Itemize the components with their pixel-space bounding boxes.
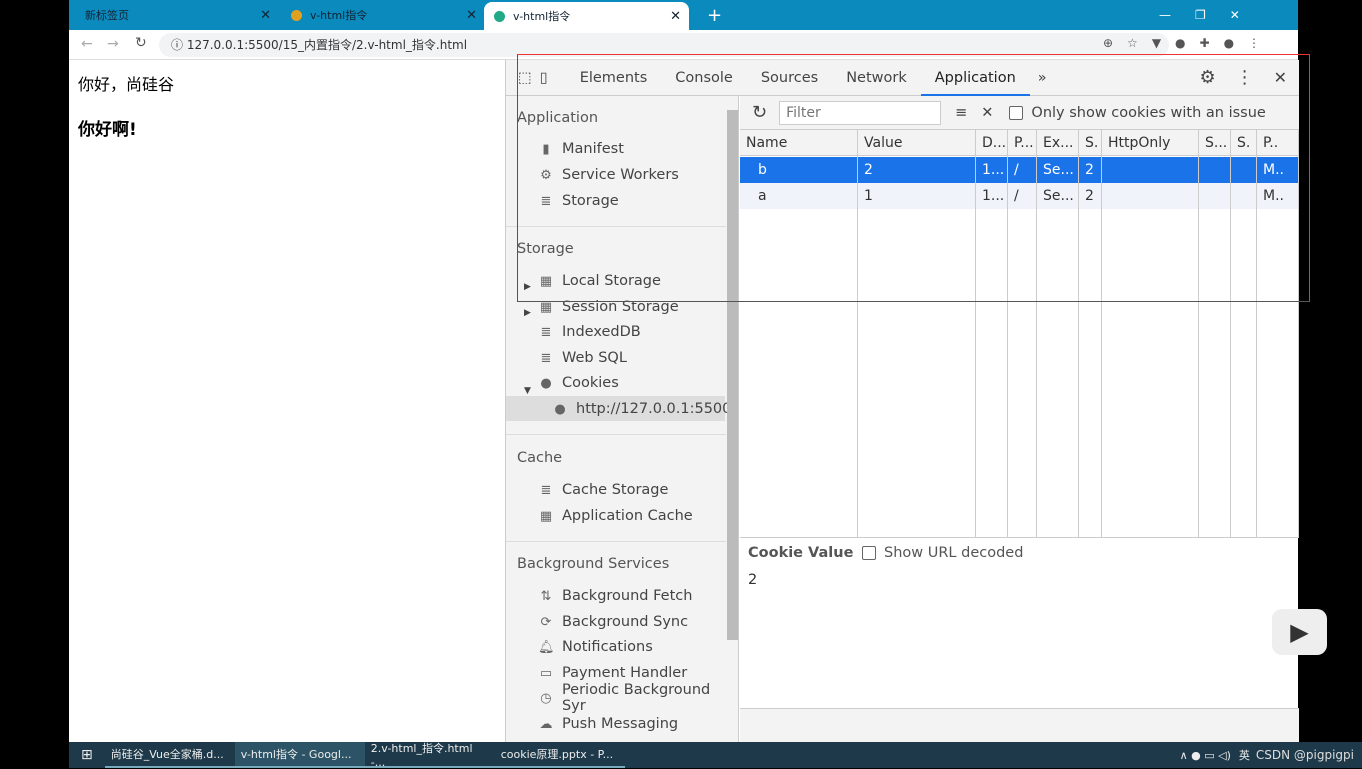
item-label: Web SQL bbox=[562, 350, 627, 366]
close-icon[interactable]: ✕ bbox=[260, 8, 271, 23]
arrows-icon: ⇅ bbox=[540, 588, 552, 604]
url-text: 127.0.0.1:5500/15_内置指令/2.v-html_指令.html bbox=[186, 38, 468, 52]
sidebar-item-bg-sync[interactable]: ⟳ Background Sync bbox=[538, 610, 689, 634]
tab-label: 新标签页 bbox=[85, 9, 129, 22]
item-label: Push Messaging bbox=[562, 716, 679, 732]
taskbar: ⊞ 尚硅谷_Vue全家桶.d... v-html指令 - Googl... 2.… bbox=[69, 741, 1362, 769]
cookie-icon: ● bbox=[540, 375, 552, 391]
tab-strip: 新标签页 ✕ v-html指令 ✕ v-html指令 ✕ + — ❐ ✕ bbox=[69, 0, 1298, 30]
item-label: Cookies bbox=[562, 375, 619, 391]
site-icon bbox=[291, 9, 302, 21]
item-label: Periodic Background Syr bbox=[561, 682, 711, 714]
tab-label: v-html指令 bbox=[513, 10, 571, 23]
taskbar-item-word[interactable]: 尚硅谷_Vue全家桶.d... bbox=[104, 742, 235, 768]
new-tab-button[interactable]: + bbox=[697, 0, 732, 30]
greeting-text: 你好，尚硅谷 bbox=[78, 75, 175, 94]
sidebar-item-indexeddb[interactable]: ≣ IndexedDB bbox=[538, 320, 641, 344]
tab-new[interactable]: 新标签页 ✕ bbox=[75, 0, 279, 30]
database-icon: ≣ bbox=[540, 324, 552, 340]
item-label: Application Cache bbox=[562, 508, 693, 524]
close-icon[interactable]: ✕ bbox=[670, 9, 681, 24]
item-label: Notifications bbox=[562, 639, 653, 655]
cookie-value-text: 2 bbox=[748, 572, 758, 588]
cookie-value-label: Cookie Value bbox=[748, 545, 854, 561]
clock-icon: ◷ bbox=[540, 690, 552, 706]
page-content: 你好，尚硅谷 你好啊! bbox=[69, 60, 505, 742]
sidebar-item-websql[interactable]: ≣ Web SQL bbox=[538, 346, 627, 370]
taskbar-item-ppt[interactable]: cookie原理.pptx - P... bbox=[494, 742, 625, 768]
cookie-value-panel: Cookie Value Show URL decoded 2 bbox=[740, 538, 1299, 708]
show-url-decoded-checkbox[interactable] bbox=[862, 546, 876, 560]
forward-icon[interactable]: → bbox=[107, 36, 119, 52]
close-window-icon[interactable]: ✕ bbox=[1230, 8, 1240, 22]
extension-icons[interactable]: ⊕☆▼●✚●⋮ bbox=[1103, 36, 1274, 50]
taskbar-label: v-html指令 - Googl... bbox=[240, 748, 352, 761]
reload-icon[interactable]: ↻ bbox=[135, 35, 147, 51]
table-icon: ▦ bbox=[539, 508, 553, 524]
site-icon bbox=[494, 10, 505, 22]
windows-start-icon[interactable]: ⊞ bbox=[81, 747, 93, 763]
vhtml-output: 你好啊! bbox=[78, 120, 137, 140]
sidebar-item-push[interactable]: ☁ Push Messaging bbox=[538, 712, 679, 736]
sidebar-item-cache-storage[interactable]: ≣ Cache Storage bbox=[538, 478, 669, 502]
taskbar-label: 尚硅谷_Vue全家桶.d... bbox=[110, 748, 224, 761]
sidebar-item-app-cache[interactable]: ▦ Application Cache bbox=[538, 504, 693, 528]
watermark: CSDN @pigpigpi bbox=[1255, 748, 1354, 762]
cookie-icon: ● bbox=[554, 401, 566, 417]
cloud-icon: ☁ bbox=[539, 716, 553, 732]
sidebar-item-notifications[interactable]: 🔔︎ Notifications bbox=[538, 635, 653, 659]
show-url-decoded-label: Show URL decoded bbox=[884, 545, 1024, 561]
sidebar-item-cookies[interactable]: ● Cookies bbox=[538, 371, 619, 395]
taskbar-item-chrome[interactable]: v-html指令 - Googl... bbox=[234, 742, 365, 768]
tab-vhtml-active[interactable]: v-html指令 ✕ bbox=[484, 2, 689, 30]
item-label: Payment Handler bbox=[562, 665, 688, 681]
tray-icons[interactable]: ∧ ● ▭ ◁) bbox=[1180, 749, 1231, 762]
taskbar-label: 2.v-html_指令.html -... bbox=[370, 741, 473, 769]
card-icon: ▭ bbox=[539, 665, 553, 681]
database-icon: ≣ bbox=[540, 482, 552, 498]
divider bbox=[506, 434, 726, 435]
restore-icon[interactable]: ❐ bbox=[1195, 8, 1206, 22]
window-controls: — ❐ ✕ bbox=[1149, 0, 1250, 30]
taskbar-label: cookie原理.pptx - P... bbox=[500, 748, 614, 761]
item-label: IndexedDB bbox=[562, 324, 641, 340]
section-cache: Cache bbox=[517, 450, 563, 466]
bottom-bar bbox=[740, 708, 1299, 742]
item-label: Cache Storage bbox=[562, 482, 669, 498]
tab-vhtml-1[interactable]: v-html指令 ✕ bbox=[281, 0, 485, 30]
close-icon[interactable]: ✕ bbox=[466, 8, 477, 23]
divider bbox=[506, 541, 726, 542]
database-icon: ≣ bbox=[540, 350, 552, 366]
item-label: Background Sync bbox=[562, 614, 689, 630]
tab-label: v-html指令 bbox=[310, 9, 368, 22]
item-label: http://127.0.0.1:5500 bbox=[576, 401, 732, 417]
sidebar-item-bg-fetch[interactable]: ⇅ Background Fetch bbox=[538, 584, 693, 608]
item-label: Background Fetch bbox=[562, 588, 693, 604]
bell-icon: 🔔︎ bbox=[538, 639, 555, 655]
taskbar-item-vscode[interactable]: 2.v-html_指令.html -... bbox=[364, 741, 495, 769]
back-icon[interactable]: ← bbox=[81, 36, 93, 52]
sync-icon: ⟳ bbox=[540, 614, 552, 630]
sidebar-item-cookie-origin[interactable]: ● http://127.0.0.1:5500 bbox=[552, 397, 731, 421]
selection-rectangle bbox=[517, 54, 1310, 302]
section-background: Background Services bbox=[517, 556, 670, 572]
ime-indicator[interactable]: 英 bbox=[1239, 747, 1250, 763]
minimize-icon[interactable]: — bbox=[1159, 8, 1171, 22]
play-icon[interactable]: ▶ bbox=[1272, 609, 1327, 655]
sidebar-item-periodic-sync[interactable]: ◷ Periodic Background Syr bbox=[538, 682, 738, 714]
